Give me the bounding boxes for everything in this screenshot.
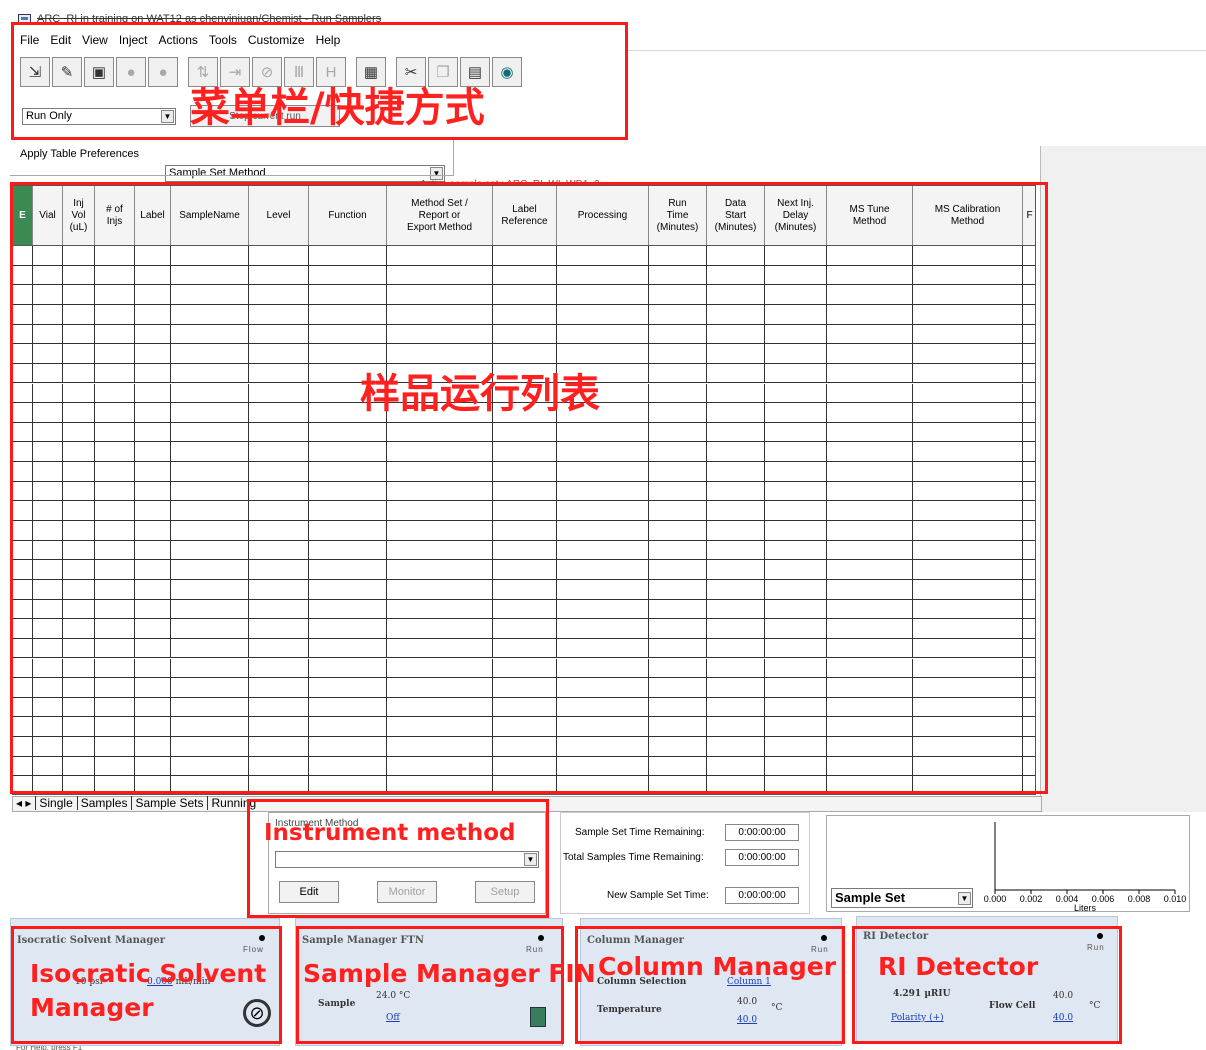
total-remaining-field[interactable]: 0:00:00:00	[725, 849, 799, 866]
solvent-chart-group: Sample Set ▼ 0.000 0.002 0.004 0.006 0.008 0.…	[826, 815, 1190, 913]
tab-nav-icon[interactable]: ◂ ▸	[16, 796, 31, 810]
solvent-annotation-label: Isocratic Solvent Manager	[30, 959, 267, 1022]
preferences-frame	[10, 140, 454, 176]
solvent-chart-select[interactable]: Sample Set ▼	[831, 888, 973, 908]
column-annotation-label: Column Manager	[598, 952, 837, 981]
x-tick-label: 0.010	[1164, 894, 1187, 904]
chevron-down-icon: ▼	[958, 892, 971, 905]
ri-annotation-label: RI Detector	[878, 952, 1039, 981]
x-tick-label: 0.002	[1020, 894, 1043, 904]
tab-strip: ◂ ▸ Single Samples Sample Sets Running	[16, 796, 256, 810]
time-group: Sample Set Time Remaining: 0:00:00:00 To…	[560, 812, 810, 914]
tab-samples[interactable]: Samples	[76, 796, 127, 810]
new-set-time-label: New Sample Set Time:	[607, 890, 709, 901]
solvent-chart: 0.000 0.002 0.004 0.006 0.008 0.010Liters	[984, 822, 1187, 913]
menu-divider	[628, 50, 1206, 51]
instrument-annotation-label: Instrument method	[264, 820, 516, 846]
x-tick-label: 0.000	[984, 894, 1007, 904]
sample-set-remaining-label: Sample Set Time Remaining:	[575, 827, 705, 838]
solvent-chart-select-value: Sample Set	[835, 890, 906, 905]
x-axis-label: Liters	[1074, 903, 1097, 913]
ri-annotation-box	[852, 926, 1122, 1044]
list-annotation-label: 样品运行列表	[360, 371, 600, 417]
list-annotation-box	[10, 182, 1048, 794]
tab-single[interactable]: Single	[35, 796, 73, 810]
sample-annotation-label: Sample Manager FIN	[303, 959, 596, 988]
new-set-time-field[interactable]: 0:00:00:00	[725, 887, 799, 904]
side-panel	[1040, 146, 1206, 812]
column-annotation-box	[575, 926, 845, 1044]
menu-annotation-label: 菜单栏/快捷方式	[190, 85, 485, 131]
sample-set-remaining-field[interactable]: 0:00:00:00	[725, 824, 799, 841]
status-bar-text: For Help, press F1	[16, 1046, 82, 1050]
instrument-annotation-box	[247, 799, 549, 918]
x-tick-label: 0.008	[1128, 894, 1151, 904]
tab-sample-sets[interactable]: Sample Sets	[131, 796, 203, 810]
total-remaining-label: Total Samples Time Remaining:	[563, 852, 704, 863]
